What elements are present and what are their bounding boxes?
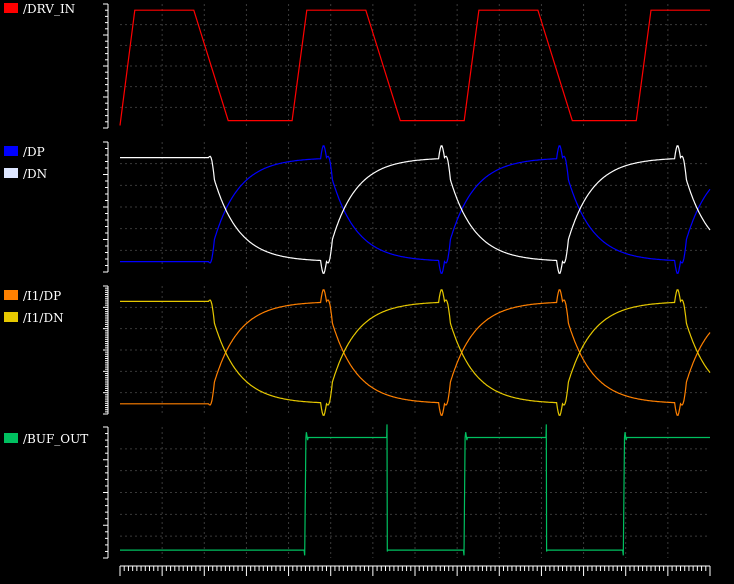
legend-swatch-buf-out (4, 433, 18, 443)
legend-label-buf-out: /BUF_OUT (23, 432, 88, 446)
legend-label-dn: /DN (23, 167, 47, 181)
legend-swatch-drv-in (4, 3, 18, 13)
legend-swatch-i1-dn (4, 312, 18, 322)
legend-label-i1-dn: /I1/DN (23, 311, 64, 325)
legend-swatch-dn (4, 168, 18, 178)
legend-label-i1-dp: /I1/DP (23, 289, 61, 303)
legend-swatch-i1-dp (4, 290, 18, 300)
waveform-viewer: /DRV_IN /DP /DN /I1/DP /I1/DN /BUF_OUT (0, 0, 734, 584)
legend-label-drv-in: /DRV_IN (23, 2, 75, 16)
legend-label-dp: /DP (23, 145, 45, 159)
legend-swatch-dp (4, 146, 18, 156)
